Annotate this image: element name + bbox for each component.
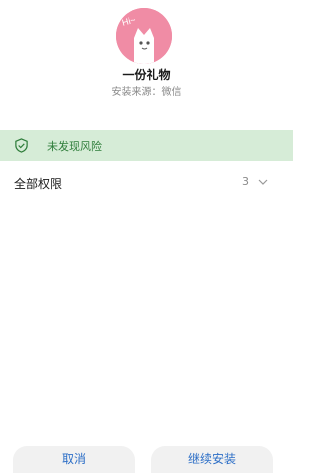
all-permissions-label: 全部权限: [14, 177, 63, 191]
permission-count: 3: [242, 175, 249, 188]
chevron-down-icon[interactable]: [257, 176, 269, 188]
risk-status-text: 未发现风险: [47, 140, 102, 153]
all-permissions-row[interactable]: 全部权限 3: [0, 170, 293, 194]
app-name: 一份礼物: [122, 68, 171, 82]
risk-banner: 未发现风险: [0, 130, 293, 161]
pink-cat-icon: Hi~: [116, 8, 172, 64]
continue-install-button[interactable]: 继续安装: [151, 446, 273, 473]
shield-check-icon: [15, 138, 28, 153]
cancel-button[interactable]: 取消: [13, 446, 135, 473]
install-source: 安装来源：微信: [111, 87, 182, 98]
